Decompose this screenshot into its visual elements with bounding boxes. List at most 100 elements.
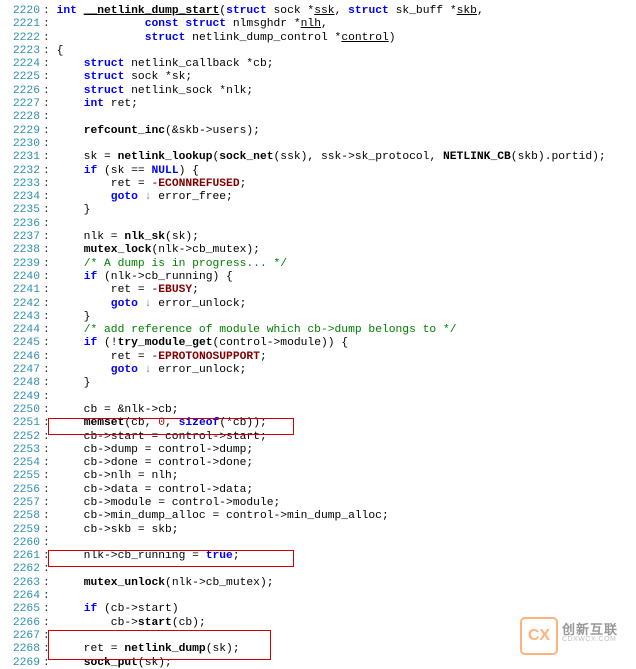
line-number: 2257 xyxy=(0,497,43,510)
token: try_module_get xyxy=(118,337,213,349)
token xyxy=(138,298,145,310)
token: struct xyxy=(145,32,186,44)
token: cb->done = control->done; xyxy=(57,457,254,469)
line-number: 2235 xyxy=(0,204,43,217)
token xyxy=(57,125,84,137)
token xyxy=(57,337,84,349)
watermark-logo: CX xyxy=(520,617,558,655)
code-line: 2257: cb->module = control->module; xyxy=(0,497,636,510)
watermark-subtext: CDXWCX.COM xyxy=(562,636,616,643)
token: struct xyxy=(84,85,125,97)
token: (cb); xyxy=(172,617,206,629)
token: /* add reference of module which cb->dum… xyxy=(84,324,457,336)
code-line: 2235: } xyxy=(0,204,636,217)
line-number: 2240 xyxy=(0,271,43,284)
token: control xyxy=(341,32,388,44)
token: ret; xyxy=(104,98,138,110)
code-line: 2246: ret = -EPROTONOSUPPORT; xyxy=(0,351,636,364)
token: ) { xyxy=(179,165,199,177)
token: memset xyxy=(84,417,125,429)
line-number: 2260 xyxy=(0,537,43,550)
source-code-block: 2220: int __netlink_dump_start(struct so… xyxy=(0,0,636,669)
code-line: 2222: struct netlink_dump_control *contr… xyxy=(0,32,636,45)
token: } xyxy=(57,204,91,216)
line-number: 2238 xyxy=(0,244,43,257)
token: true xyxy=(206,550,233,562)
line-number: 2237 xyxy=(0,231,43,244)
token: struct xyxy=(185,18,226,30)
token: ret = - xyxy=(57,284,159,296)
token: } xyxy=(57,377,91,389)
code-line: 2232: if (sk == NULL) { xyxy=(0,165,636,178)
token: cb = &nlk->cb; xyxy=(57,404,179,416)
token: nlk->cb_running = xyxy=(57,550,206,562)
token: cb->module = control->module; xyxy=(57,497,281,509)
token: ; xyxy=(233,550,240,562)
code-line: 2229: refcount_inc(&skb->users); xyxy=(0,125,636,138)
code-line: 2251: memset(cb, 0, sizeof(*cb)); xyxy=(0,417,636,430)
line-number: 2224 xyxy=(0,58,43,71)
token xyxy=(57,324,84,336)
token xyxy=(57,271,84,283)
token: goto xyxy=(111,364,138,376)
token xyxy=(57,191,111,203)
token: error_unlock; xyxy=(151,364,246,376)
code-line: 2265: if (cb->start) xyxy=(0,603,636,616)
code-line: 2227: int ret; xyxy=(0,98,636,111)
token xyxy=(138,364,145,376)
line-number: 2253 xyxy=(0,444,43,457)
token: cb->nlh = nlh; xyxy=(57,470,179,482)
line-number: 2230 xyxy=(0,138,43,151)
token: (cb, xyxy=(124,417,158,429)
token: (nlk->cb_running) { xyxy=(97,271,233,283)
token: ; xyxy=(260,351,267,363)
token: goto xyxy=(111,298,138,310)
code-line: 2238: mutex_lock(nlk->cb_mutex); xyxy=(0,244,636,257)
token: (sk); xyxy=(138,657,172,669)
token: goto xyxy=(111,191,138,203)
token: (*cb)); xyxy=(219,417,266,429)
token: if xyxy=(84,603,98,615)
code-line: 2239: /* A dump is in progress... */ xyxy=(0,258,636,271)
token: struct xyxy=(84,71,125,83)
token: , xyxy=(165,417,179,429)
token: EPROTONOSUPPORT xyxy=(158,351,260,363)
token: } xyxy=(57,311,91,323)
line-number: 2262 xyxy=(0,563,43,576)
code-line: 2225: struct sock *sk; xyxy=(0,71,636,84)
token: netlink_dump xyxy=(124,643,205,655)
code-line: 2259: cb->skb = skb; xyxy=(0,524,636,537)
token: (sk); xyxy=(206,643,240,655)
line-number: 2236 xyxy=(0,218,43,231)
token: if xyxy=(84,165,98,177)
token: sock * xyxy=(267,5,314,17)
line-number: 2261 xyxy=(0,550,43,563)
line-number: 2227 xyxy=(0,98,43,111)
token: netlink_lookup xyxy=(118,151,213,163)
token: netlink_dump_control * xyxy=(185,32,341,44)
token: sock_net xyxy=(219,151,273,163)
token xyxy=(138,191,145,203)
line-number: 2263 xyxy=(0,577,43,590)
code-line: 2256: cb->data = control->data; xyxy=(0,484,636,497)
token xyxy=(57,577,84,589)
code-line: 2255: cb->nlh = nlh; xyxy=(0,470,636,483)
token: (nlk->cb_mutex); xyxy=(165,577,273,589)
line-number: 2250 xyxy=(0,404,43,417)
line-number: 2229 xyxy=(0,125,43,138)
token: ret = - xyxy=(57,178,159,190)
code-line: 2261: nlk->cb_running = true; xyxy=(0,550,636,563)
line-number: 2228 xyxy=(0,111,43,124)
code-line: 2244: /* add reference of module which c… xyxy=(0,324,636,337)
code-line: 2250: cb = &nlk->cb; xyxy=(0,404,636,417)
token: (cb->start) xyxy=(97,603,178,615)
token: struct xyxy=(84,58,125,70)
token: if xyxy=(84,271,98,283)
token: sock_put xyxy=(84,657,138,669)
token xyxy=(57,364,111,376)
line-number: 2265 xyxy=(0,603,43,616)
line-number: 2267 xyxy=(0,630,43,643)
token: nlh xyxy=(301,18,321,30)
token: error_unlock; xyxy=(151,298,246,310)
code-line: 2269: sock_put(sk); xyxy=(0,657,636,669)
